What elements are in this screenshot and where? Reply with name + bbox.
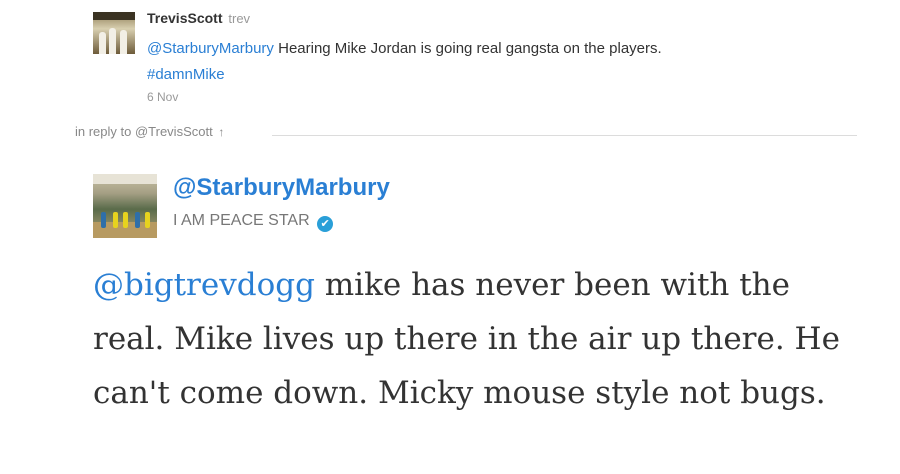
in-reply-to-link[interactable]: in reply to @TrevisScott ↑: [75, 124, 224, 139]
divider: [272, 135, 857, 136]
main-mention-link[interactable]: @bigtrevdogg: [93, 267, 315, 303]
main-author-bio: I AM PEACE STAR ✔: [173, 212, 334, 232]
reply-mention-link[interactable]: @StarburyMarbury: [147, 40, 274, 57]
arrow-up-icon: ↑: [218, 125, 225, 139]
avatar-figure: [123, 212, 128, 228]
reply-timestamp[interactable]: 6 Nov: [147, 90, 178, 104]
avatar[interactable]: [93, 174, 157, 238]
reply-body-text: Hearing Mike Jordan is going real gangst…: [273, 40, 662, 57]
avatar-banner: [93, 12, 135, 20]
reply-tweet-text: @StarburyMarbury Hearing Mike Jordan is …: [147, 36, 847, 88]
avatar[interactable]: [93, 12, 135, 54]
avatar-figure: [120, 30, 127, 54]
avatar-figure: [109, 28, 116, 54]
avatar-figure: [113, 212, 118, 228]
avatar-background: [93, 174, 157, 184]
verified-icon: ✔: [317, 216, 334, 232]
in-reply-to-label: in reply to @TrevisScott: [75, 124, 213, 139]
main-tweet-text: @bigtrevdogg mike has never been with th…: [93, 258, 853, 420]
hashtag-link[interactable]: #damnMike: [147, 66, 225, 83]
reply-author-handle[interactable]: trev: [228, 11, 250, 26]
main-author-name[interactable]: @StarburyMarbury: [173, 174, 390, 202]
bio-text: I AM PEACE STAR: [173, 212, 310, 229]
avatar-figure: [135, 212, 140, 228]
avatar-figure: [101, 212, 106, 228]
reply-author-name[interactable]: TrevisScott: [147, 10, 222, 26]
reply-tweet: TrevisScott trev @StarburyMarbury Hearin…: [93, 8, 873, 108]
avatar-figure: [99, 32, 106, 54]
main-tweet: @StarburyMarbury I AM PEACE STAR ✔ @bigt…: [93, 170, 873, 470]
reply-header: TrevisScott trev: [147, 10, 250, 26]
avatar-figure: [145, 212, 150, 228]
